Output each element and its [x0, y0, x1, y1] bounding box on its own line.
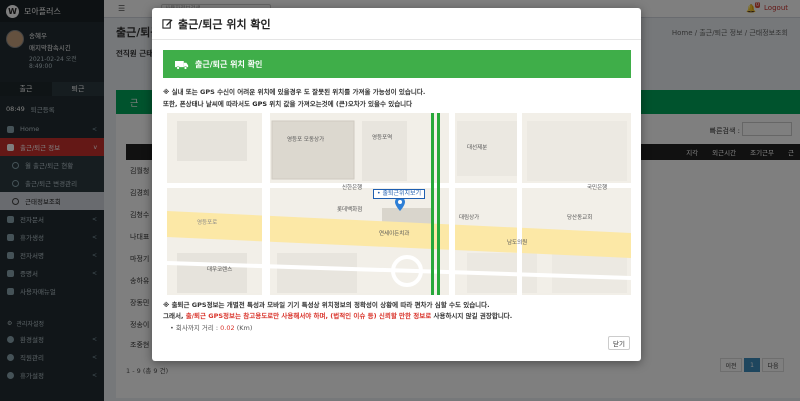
map-label: 남도의원 — [507, 240, 528, 246]
location-map[interactable]: 영등포 모동상가 영등포역 롯데백화점 대우코렌스 연세이든치과 신한은행 국민… — [167, 113, 631, 295]
gps-note-1: ※ 실내 또는 GPS 수신이 어려운 위치에 있을경우 도 잘못된 위치를 가… — [163, 88, 426, 96]
map-label: 대우코렌스 — [207, 267, 233, 273]
truck-icon — [175, 60, 189, 70]
modal-title: 출근/퇴근 위치 확인 — [178, 17, 271, 31]
gps-disclaimer-2a: 그래서, — [163, 312, 186, 320]
map-label: 영등포 모동상가 — [287, 137, 325, 143]
distance-unit: (Km) — [234, 324, 253, 332]
map-label: 대선제분 — [467, 145, 488, 151]
map-label: 당산동교회 — [567, 215, 593, 221]
gps-disclaimer-2b: 출/퇴근 GPS정보는 참고용도로만 사용해서야 하며, (법적인 이슈 등) … — [185, 312, 432, 320]
distance-label: • 회사까지 거리 : — [170, 324, 221, 332]
map-pin-icon[interactable] — [395, 197, 405, 211]
gps-disclaimer-1: ※ 출퇴근 GPS정보는 개별전 특성과 모바일 기기 특성상 위치정보의 정확… — [163, 301, 490, 309]
location-modal: 출근/퇴근 위치 확인 출근/퇴근 위치 확인 ※ 실내 또는 GPS 수신이 … — [152, 8, 641, 361]
map-label: 롯데백화점 — [337, 207, 363, 213]
map-label: 국민은행 — [587, 185, 608, 191]
gps-note-2a: 또한, 폰상태나 날씨에 따라서도 — [163, 100, 253, 108]
modal-banner-label: 출근/퇴근 위치 확인 — [195, 59, 263, 69]
edit-icon — [162, 19, 173, 29]
map-pin-label[interactable]: • 출퇴근위치보기 — [373, 189, 426, 199]
gps-disclaimer-2c: 사용하시지 않길 권장합니다. — [431, 312, 513, 320]
map-label: 신한은행 — [342, 185, 363, 191]
close-button[interactable]: 닫기 — [608, 336, 630, 350]
distance-value: 0.02 — [220, 324, 235, 332]
distance-info: • 회사까지 거리 : 0.02 (Km) — [170, 322, 252, 332]
gps-note-2: 또한, 폰상태나 날씨에 따라서도 GPS 위치 값을 가져오는것에 (큰)오차… — [163, 98, 412, 108]
gps-note-2b: GPS — [252, 100, 268, 108]
modal-banner: 출근/퇴근 위치 확인 — [163, 50, 631, 78]
map-label: 영등포로 — [197, 220, 218, 226]
modal-header: 출근/퇴근 위치 확인 — [152, 8, 641, 40]
gps-note-2c: 위치 값을 가져오는것에 (큰)오차가 있을수 있습니다 — [267, 100, 413, 108]
map-label: 연세이든치과 — [379, 231, 410, 237]
map-label: 영등포역 — [372, 135, 393, 141]
map-label: 대림상가 — [459, 215, 480, 221]
gps-disclaimer-2: 그래서, 출/퇴근 GPS정보는 참고용도로만 사용해서야 하며, (법적인 이… — [163, 310, 512, 320]
